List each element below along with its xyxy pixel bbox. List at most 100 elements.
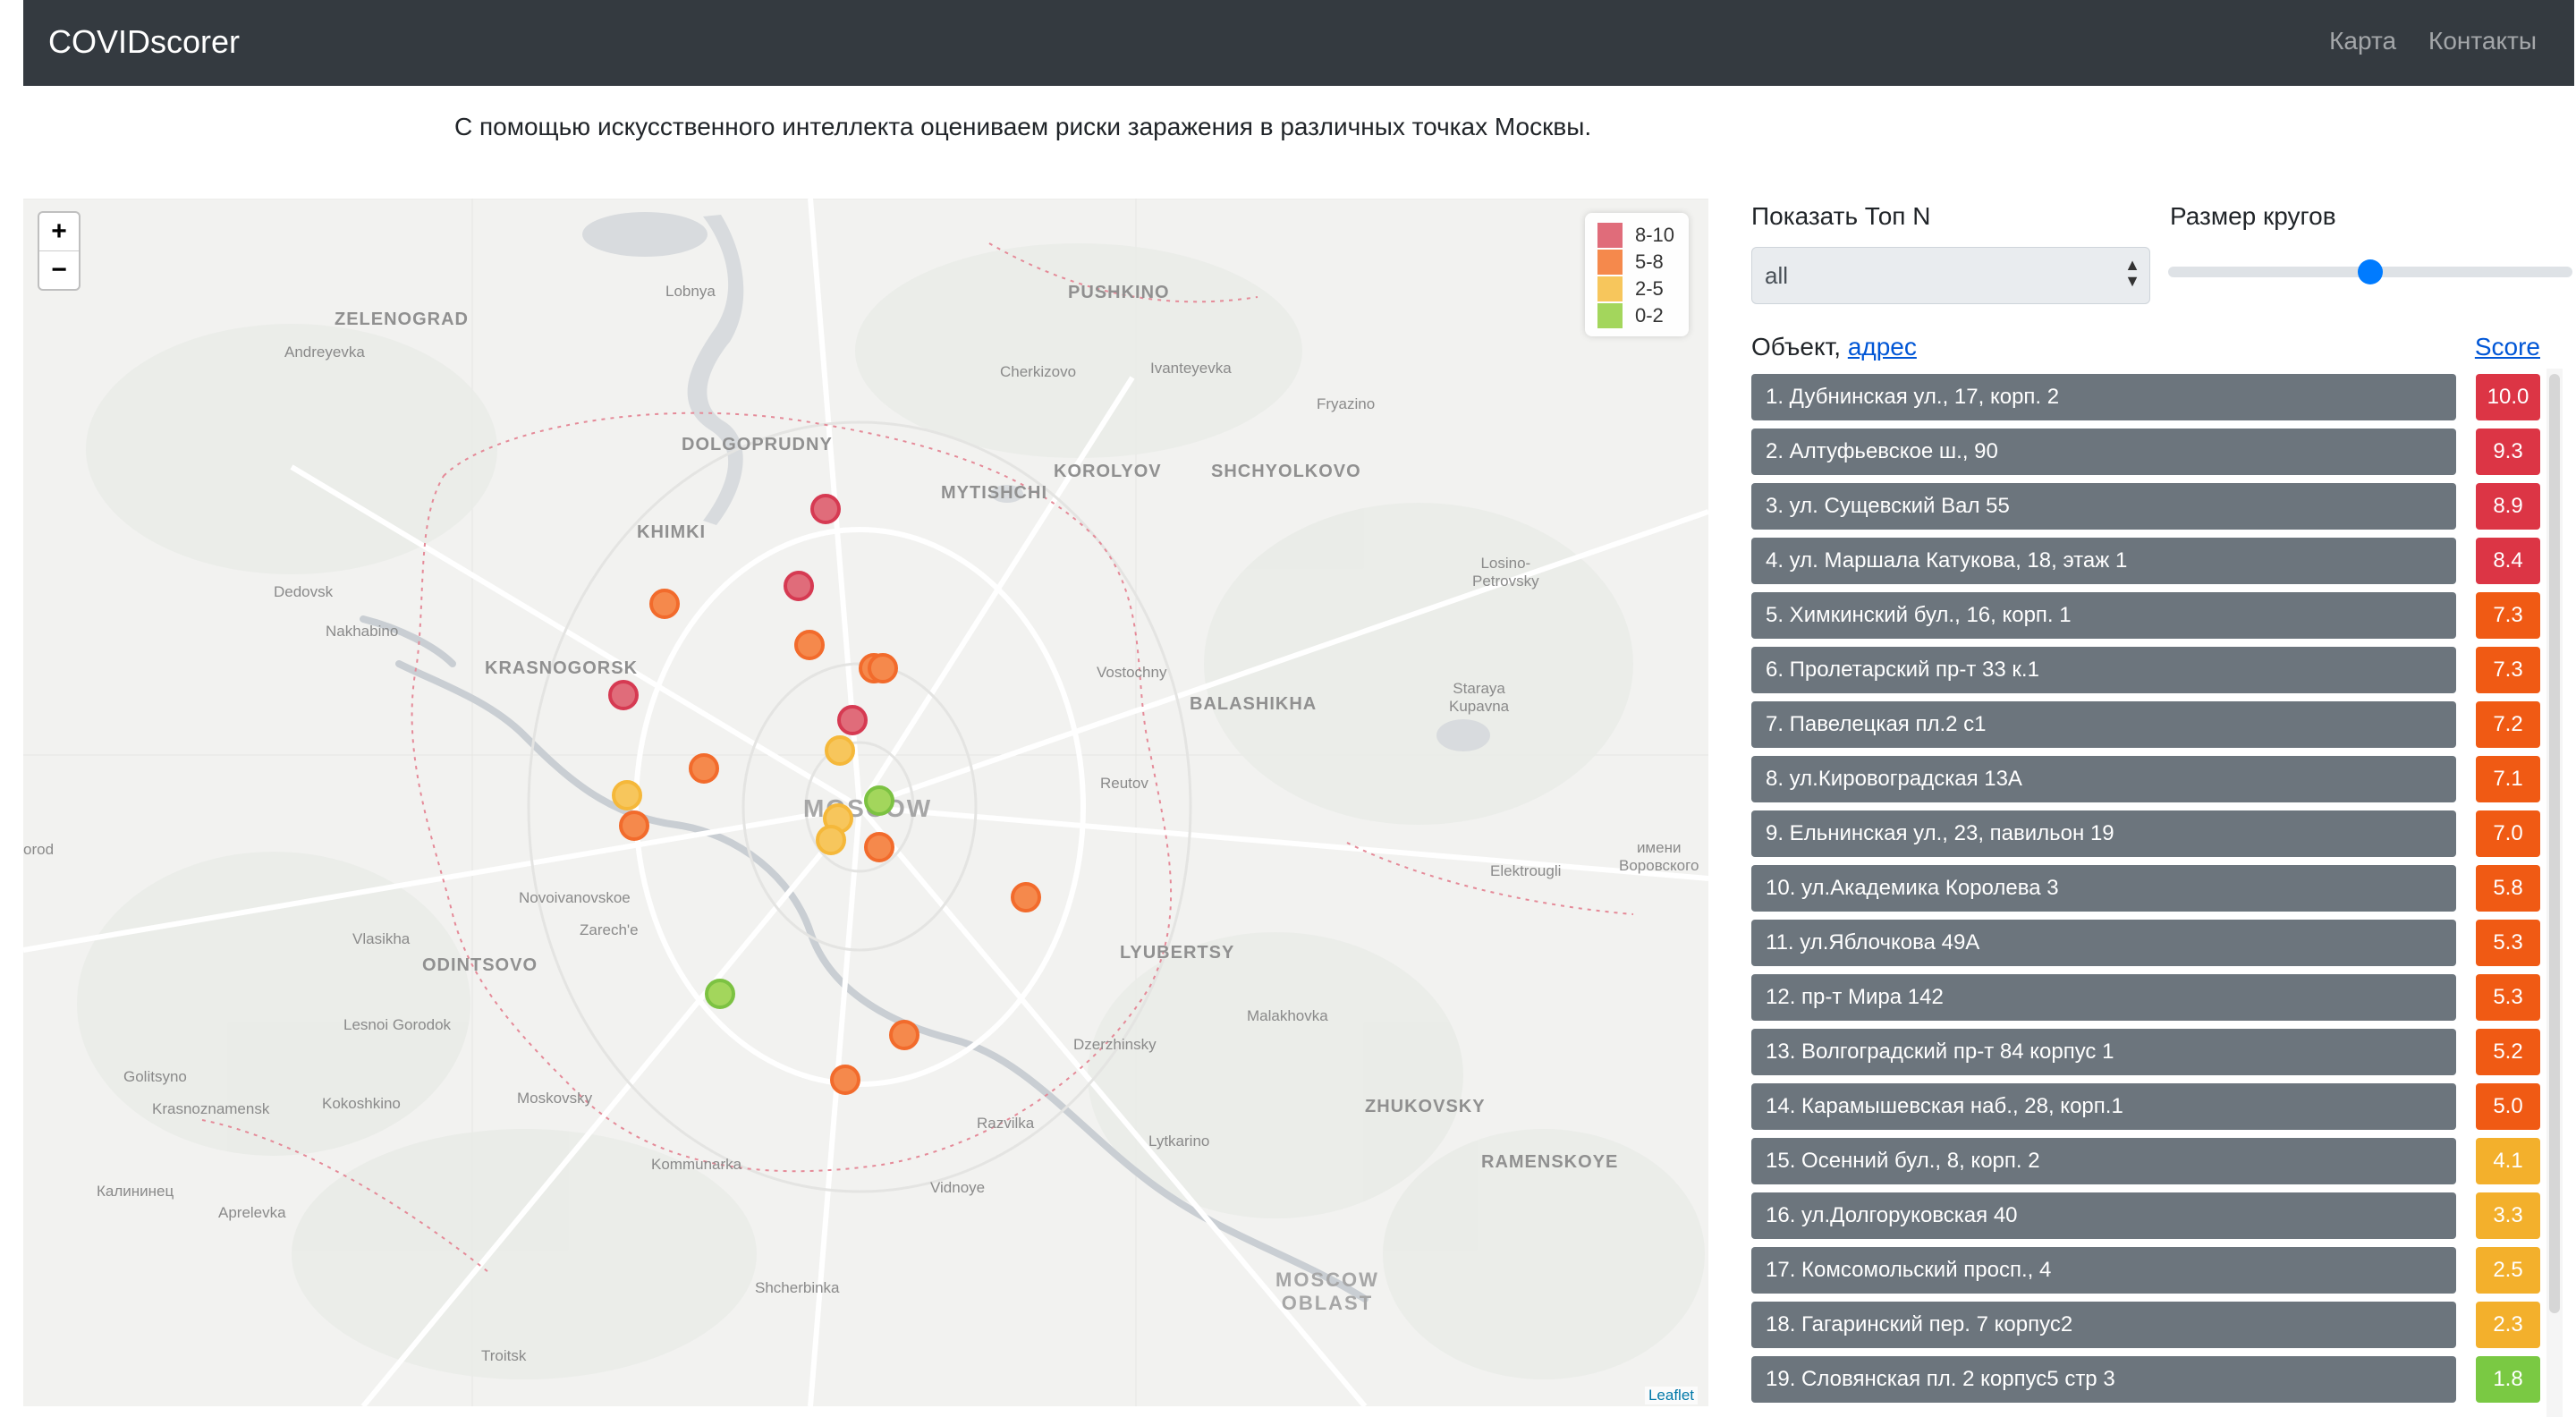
list-item-address[interactable]: 2. Алтуфьевское ш., 90	[1751, 428, 2456, 475]
list-item[interactable]: 5. Химкинский бул., 16, корп. 1 7.3	[1751, 592, 2540, 639]
place-label: Razvilka	[977, 1115, 1035, 1132]
map-marker[interactable]	[868, 653, 898, 683]
circle-size-slider[interactable]	[2168, 256, 2572, 284]
place-label: DOLGOPRUDNY	[682, 435, 833, 454]
list-item[interactable]: 19. Словянская пл. 2 корпус5 стр 3 1.8	[1751, 1356, 2540, 1403]
map-marker[interactable]	[816, 825, 846, 855]
list-item[interactable]: 12. пр-т Мира 142 5.3	[1751, 974, 2540, 1021]
top-n-select[interactable]: all ▲ ▼	[1751, 247, 2150, 304]
map-marker[interactable]	[619, 810, 649, 841]
list-item-address[interactable]: 11. ул.Яблочкова 49А	[1751, 920, 2456, 966]
place-label: Dzerzhinsky	[1073, 1036, 1157, 1053]
list-item[interactable]: 13. Волгоградский пр-т 84 корпус 1 5.2	[1751, 1029, 2540, 1075]
map-marker[interactable]	[810, 494, 841, 524]
map-marker[interactable]	[784, 571, 814, 601]
score-badge: 7.3	[2476, 647, 2540, 693]
slider-thumb[interactable]	[2358, 259, 2383, 284]
map-marker[interactable]	[1011, 882, 1041, 912]
list-item-address[interactable]: 16. ул.Долгоруковская 40	[1751, 1192, 2456, 1239]
map-marker[interactable]	[794, 630, 825, 660]
score-badge: 4.1	[2476, 1138, 2540, 1184]
map-marker[interactable]	[837, 705, 868, 735]
map-marker[interactable]	[889, 1020, 919, 1050]
zoom-in-button[interactable]: +	[39, 213, 79, 251]
list-item[interactable]: 4. ул. Маршала Катукова, 18, этаж 1 8.4	[1751, 538, 2540, 584]
circle-size-label: Размер кругов	[2170, 202, 2336, 230]
brand-logo[interactable]: COVIDscorer	[48, 23, 240, 61]
place-label: LYUBERTSY	[1120, 943, 1235, 963]
map-marker[interactable]	[864, 832, 894, 862]
map-marker[interactable]	[608, 680, 639, 710]
place-label: Andreyevka	[284, 344, 365, 361]
list-item[interactable]: 2. Алтуфьевское ш., 90 9.3	[1751, 428, 2540, 475]
list-item[interactable]: 1. Дубнинская ул., 17, корп. 2 10.0	[1751, 374, 2540, 420]
score-badge: 5.2	[2476, 1029, 2540, 1075]
nav-link-map[interactable]: Карта	[2329, 27, 2396, 55]
list-item-address[interactable]: 4. ул. Маршала Катукова, 18, этаж 1	[1751, 538, 2456, 584]
list-item[interactable]: 17. Комсомольский просп., 4 2.5	[1751, 1247, 2540, 1294]
map[interactable]: ZELENOGRAD Andreyevka Lobnya PUSHKINO Ch…	[23, 199, 1708, 1406]
legend-swatch	[1597, 303, 1623, 328]
score-badge: 9.3	[2476, 428, 2540, 475]
map-legend: 8-10 5-8 2-5 0-2	[1585, 213, 1689, 336]
place-label: имени Воровского	[1619, 839, 1699, 874]
legend-item: 5-8	[1585, 249, 1689, 276]
list-item-address[interactable]: 13. Волгоградский пр-т 84 корпус 1	[1751, 1029, 2456, 1075]
list-item[interactable]: 7. Павелецкая пл.2 с1 7.2	[1751, 701, 2540, 748]
nav-link-contacts[interactable]: Контакты	[2428, 27, 2537, 55]
list-item-address[interactable]: 1. Дубнинская ул., 17, корп. 2	[1751, 374, 2456, 420]
list-item-address[interactable]: 3. ул. Сущевский Вал 55	[1751, 483, 2456, 530]
score-badge: 8.9	[2476, 483, 2540, 530]
legend-label: 0-2	[1635, 304, 1664, 327]
place-label: Krasnoznamensk	[152, 1100, 270, 1117]
list-item-address[interactable]: 14. Карамышевская наб., 28, корп.1	[1751, 1083, 2456, 1130]
place-label: Shcherbinka	[755, 1279, 840, 1296]
place-label: Reutov	[1100, 775, 1148, 792]
score-sort-link[interactable]: Score	[2475, 333, 2540, 361]
map-marker[interactable]	[705, 979, 735, 1009]
place-label: ZHUKOVSKY	[1365, 1097, 1486, 1116]
list-scrollbar[interactable]	[2549, 374, 2560, 1313]
place-label: Vostochny	[1097, 664, 1167, 681]
list-item[interactable]: 11. ул.Яблочкова 49А 5.3	[1751, 920, 2540, 966]
list-item[interactable]: 8. ул.Кировоградская 13А 7.1	[1751, 756, 2540, 802]
map-marker[interactable]	[689, 753, 719, 784]
place-label: Vidnoye	[930, 1179, 986, 1196]
list-item-address[interactable]: 10. ул.Академика Королева 3	[1751, 865, 2456, 912]
list-item[interactable]: 9. Ельнинская ул., 23, павильон 19 7.0	[1751, 810, 2540, 857]
list-item-address[interactable]: 8. ул.Кировоградская 13А	[1751, 756, 2456, 802]
list-item-address[interactable]: 12. пр-т Мира 142	[1751, 974, 2456, 1021]
map-marker[interactable]	[825, 735, 855, 766]
place-label: Elektrougli	[1490, 862, 1562, 879]
list-item[interactable]: 3. ул. Сущевский Вал 55 8.9	[1751, 483, 2540, 530]
address-sort-link[interactable]: адрес	[1848, 333, 1917, 361]
leaflet-attribution-link[interactable]: Leaflet	[1644, 1387, 1698, 1404]
list-item-address[interactable]: 6. Пролетарский пр-т 33 к.1	[1751, 647, 2456, 693]
place-label: Golitsyno	[123, 1068, 187, 1085]
list-item-address[interactable]: 9. Ельнинская ул., 23, павильон 19	[1751, 810, 2456, 857]
score-badge: 1.8	[2476, 1356, 2540, 1403]
zoom-out-button[interactable]: −	[39, 251, 79, 289]
place-label: Lesnoi Gorodok	[343, 1016, 452, 1033]
list-item[interactable]: 6. Пролетарский пр-т 33 к.1 7.3	[1751, 647, 2540, 693]
list-item[interactable]: 15. Осенний бул., 8, корп. 2 4.1	[1751, 1138, 2540, 1184]
list-item[interactable]: 16. ул.Долгоруковская 40 3.3	[1751, 1192, 2540, 1239]
map-marker[interactable]	[830, 1065, 860, 1095]
map-marker[interactable]	[612, 780, 642, 810]
map-marker[interactable]	[649, 589, 680, 619]
list-item[interactable]: 14. Карамышевская наб., 28, корп.1 5.0	[1751, 1083, 2540, 1130]
side-panel: Показать Топ N Размер кругов all ▲ ▼ Объе…	[1751, 199, 2574, 1417]
list-item[interactable]: 18. Гагаринский пер. 7 корпус2 2.3	[1751, 1302, 2540, 1348]
score-badge: 3.3	[2476, 1192, 2540, 1239]
legend-label: 5-8	[1635, 250, 1664, 273]
list-item[interactable]: 10. ул.Академика Королева 3 5.8	[1751, 865, 2540, 912]
list-item-address[interactable]: 19. Словянская пл. 2 корпус5 стр 3	[1751, 1356, 2456, 1403]
list-item-address[interactable]: 5. Химкинский бул., 16, корп. 1	[1751, 592, 2456, 639]
list-item-address[interactable]: 18. Гагаринский пер. 7 корпус2	[1751, 1302, 2456, 1348]
legend-swatch	[1597, 250, 1623, 275]
map-marker[interactable]	[864, 785, 894, 816]
place-label: KOROLYOV	[1054, 462, 1162, 481]
list-item-address[interactable]: 15. Осенний бул., 8, корп. 2	[1751, 1138, 2456, 1184]
list-item-address[interactable]: 17. Комсомольский просп., 4	[1751, 1247, 2456, 1294]
list-item-address[interactable]: 7. Павелецкая пл.2 с1	[1751, 701, 2456, 748]
